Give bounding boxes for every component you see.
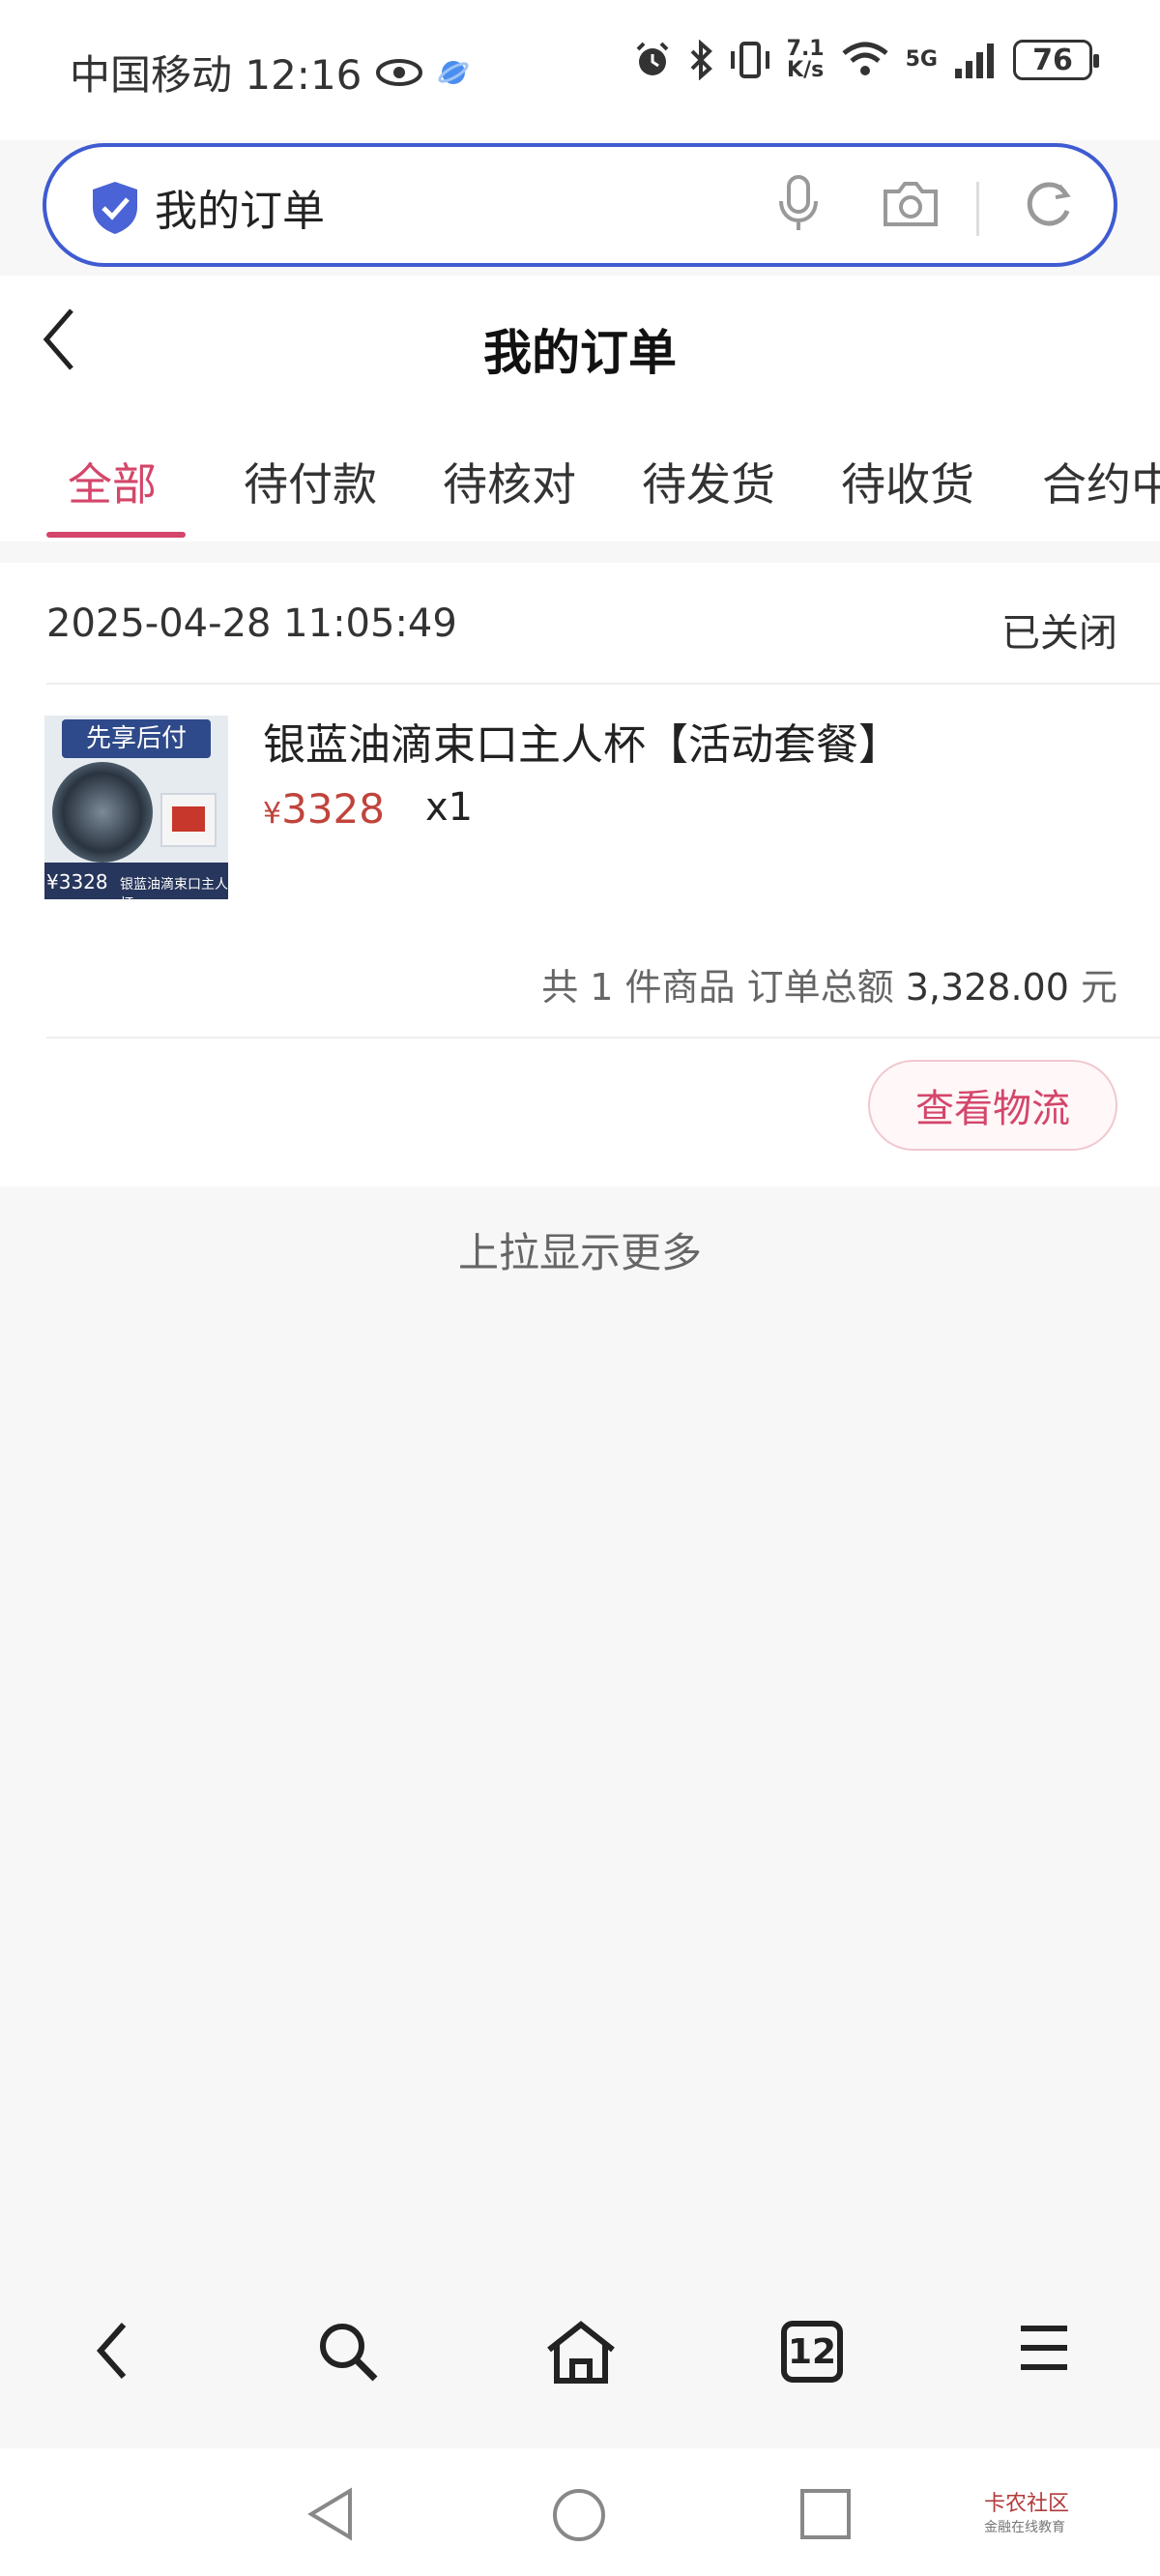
order-status: 已关闭	[1001, 611, 1117, 656]
browser-planet-icon	[438, 60, 469, 84]
pull-up-hint: 上拉显示更多	[457, 1229, 702, 1276]
tab-all[interactable]: 全部	[68, 450, 157, 513]
product-quantity: x1	[425, 785, 474, 830]
tab-in-contract[interactable]: 合约中	[1042, 450, 1160, 513]
browser-toolbar: 12	[0, 2245, 1160, 2448]
product-thumbnail[interactable]: 先享后付 ¥3328 银蓝油滴束口主人杯	[44, 716, 228, 899]
summary-unit: 元	[1068, 966, 1117, 1009]
alarm-icon	[636, 42, 669, 75]
tab-pending-payment[interactable]: 待付款	[244, 450, 377, 513]
thumb-caption: 银蓝油滴束口主人杯	[120, 877, 228, 899]
order-tabs: 全部 待付款 待核对 待发货 待收货 合约中	[0, 411, 1160, 542]
page-header: 我的订单	[0, 276, 1160, 411]
search-divider	[976, 182, 979, 236]
tab-pending-verification[interactable]: 待核对	[443, 450, 576, 513]
camera-icon[interactable]	[882, 176, 940, 230]
order-card[interactable]: 2025-04-28 11:05:49 已关闭 先享后付 ¥3328 银蓝油滴束…	[0, 563, 1160, 1186]
signal-icon	[955, 44, 994, 78]
price-symbol: ¥	[263, 797, 282, 831]
card-divider	[46, 683, 1160, 685]
thumb-badge: 先享后付	[62, 719, 211, 758]
search-input[interactable]: 我的订单	[155, 176, 325, 238]
search-bar[interactable]: 我的订单	[43, 143, 1117, 267]
microphone-icon[interactable]	[777, 174, 820, 234]
price-value: 3328	[281, 785, 385, 833]
net-speed: 7.1 K/s	[787, 39, 825, 81]
tab-pending-receipt[interactable]: 待收货	[841, 450, 974, 513]
summary-amount: 3,328.00	[905, 966, 1069, 1009]
nav-back-icon[interactable]	[305, 2487, 356, 2541]
order-time: 2025-04-28 11:05:49	[46, 601, 457, 646]
search-icon[interactable]	[315, 2319, 381, 2385]
nav-recents-icon[interactable]	[798, 2487, 853, 2541]
watermark-line2: 金融在线教育	[984, 2520, 1065, 2535]
status-right: 7.1 K/s 5G 76	[632, 39, 1099, 81]
view-logistics-button[interactable]: 查看物流	[868, 1060, 1117, 1151]
thumb-price: ¥3328	[46, 870, 108, 893]
nav-home-icon[interactable]	[551, 2487, 607, 2543]
carrier-time: 中国移动 12:16	[70, 51, 362, 99]
back-icon[interactable]	[93, 2319, 131, 2383]
home-icon[interactable]	[543, 2319, 619, 2386]
battery-icon: 76	[1013, 40, 1099, 80]
net-speed-value: 7.1	[786, 37, 825, 61]
product-name[interactable]: 银蓝油滴束口主人杯【活动套餐】	[263, 710, 901, 772]
tab-pending-shipment[interactable]: 待发货	[642, 450, 775, 513]
cup-image	[52, 762, 153, 863]
order-summary: 共 1 件商品 订单总额 3,328.00 元	[541, 957, 1117, 1010]
net-speed-unit: K/s	[787, 58, 825, 82]
menu-icon[interactable]	[1017, 2319, 1071, 2377]
shield-check-icon	[93, 182, 137, 234]
gift-box-image	[160, 793, 217, 847]
network-type: 5G	[905, 47, 938, 72]
eye-icon	[376, 58, 423, 86]
battery-level: 76	[1032, 43, 1073, 77]
vibrate-icon	[730, 42, 769, 78]
status-bar: 中国移动 12:16 7.1 K/s 5G 76	[0, 0, 1160, 140]
product-price: ¥3328	[263, 785, 385, 833]
page-title: 我的订单	[483, 325, 677, 381]
watermark-logo: 卡农社区 金融在线教育	[984, 2493, 1069, 2539]
tab-count-button[interactable]: 12	[781, 2321, 843, 2383]
refresh-icon[interactable]	[1021, 178, 1075, 232]
summary-prefix: 共 1 件商品 订单总额	[541, 966, 906, 1009]
wifi-icon	[842, 42, 888, 75]
card-divider-bottom	[46, 1037, 1160, 1039]
status-left: 中国移动 12:16	[70, 43, 470, 102]
watermark-line1: 卡农社区	[984, 2492, 1070, 2516]
bluetooth-icon	[690, 40, 712, 80]
system-nav-bar: 卡农社区 金融在线教育	[0, 2448, 1160, 2576]
active-tab-indicator	[46, 532, 186, 538]
